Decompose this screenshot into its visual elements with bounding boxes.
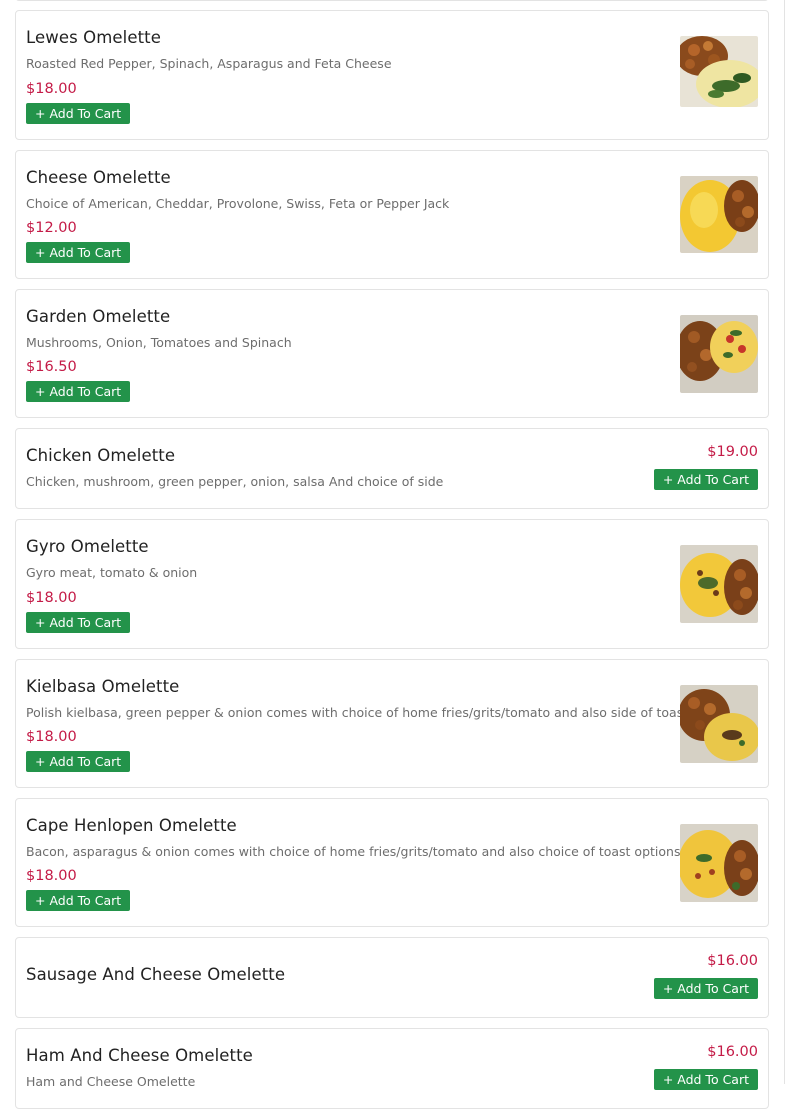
menu-item-card[interactable]: Sausage And Cheese Omelette $16.00 + Add… (15, 937, 769, 1018)
menu-item-description: Polish kielbasa, green pepper & onion co… (26, 705, 689, 720)
add-to-cart-button[interactable]: + Add To Cart (26, 612, 131, 633)
menu-item-price: $18.00 (26, 868, 77, 884)
menu-item-name: Gyro Omelette (26, 537, 149, 556)
add-to-cart-button[interactable]: + Add To Cart (26, 381, 131, 402)
menu-item-price: $18.00 (26, 81, 77, 97)
menu-item-name: Garden Omelette (26, 307, 171, 326)
menu-item-card[interactable]: Gyro Omelette Gyro meat, tomato & onion … (15, 519, 769, 649)
menu-item-card[interactable]: Kielbasa Omelette Polish kielbasa, green… (15, 659, 769, 788)
menu-item-card[interactable]: Cape Henlopen Omelette Bacon, asparagus … (15, 798, 769, 927)
menu-item-price: $12.00 (26, 220, 77, 236)
menu-item-description: Choice of American, Cheddar, Provolone, … (26, 196, 450, 211)
add-to-cart-button[interactable]: + Add To Cart (26, 103, 131, 124)
menu-item-description: Mushrooms, Onion, Tomatoes and Spinach (26, 335, 292, 350)
omelette-cheese-photo[interactable] (680, 176, 758, 253)
omelette-kielbasa-photo[interactable] (680, 685, 758, 763)
omelette-gyro-photo[interactable] (680, 545, 758, 623)
menu-item-price: $18.00 (26, 729, 77, 745)
menu-item-price: $16.00 (707, 1044, 758, 1060)
menu-item-card-partial (15, 0, 769, 1)
menu-item-description: Gyro meat, tomato & onion (26, 565, 198, 580)
menu-item-card[interactable]: Ham And Cheese Omelette Ham and Cheese O… (15, 1028, 769, 1109)
menu-item-name: Lewes Omelette (26, 28, 161, 47)
add-to-cart-button[interactable]: + Add To Cart (653, 978, 758, 999)
menu-item-card[interactable]: Chicken Omelette Chicken, mushroom, gree… (15, 428, 769, 509)
menu-item-name: Kielbasa Omelette (26, 677, 180, 696)
add-to-cart-button[interactable]: + Add To Cart (653, 469, 758, 490)
menu-item-card[interactable]: Cheese Omelette Choice of American, Ched… (15, 150, 769, 279)
menu-item-price: $16.50 (26, 359, 77, 375)
add-to-cart-button[interactable]: + Add To Cart (26, 242, 131, 263)
add-to-cart-button[interactable]: + Add To Cart (653, 1069, 758, 1090)
menu-item-list: Lewes Omelette Roasted Red Pepper, Spina… (15, 0, 769, 1119)
add-to-cart-button[interactable]: + Add To Cart (26, 751, 131, 772)
menu-item-description: Ham and Cheese Omelette (26, 1074, 196, 1089)
menu-item-name: Cheese Omelette (26, 168, 171, 187)
menu-item-name: Sausage And Cheese Omelette (26, 965, 286, 984)
menu-item-description: Roasted Red Pepper, Spinach, Asparagus a… (26, 56, 392, 71)
menu-item-description: Chicken, mushroom, green pepper, onion, … (26, 474, 444, 489)
menu-item-card[interactable]: Garden Omelette Mushrooms, Onion, Tomato… (15, 289, 769, 418)
menu-item-price: $16.00 (707, 953, 758, 969)
add-to-cart-button[interactable]: + Add To Cart (26, 890, 131, 911)
menu-item-name: Cape Henlopen Omelette (26, 816, 237, 835)
menu-item-price: $18.00 (26, 590, 77, 606)
menu-item-name: Ham And Cheese Omelette (26, 1046, 253, 1065)
menu-item-description: Bacon, asparagus & onion comes with choi… (26, 844, 681, 859)
menu-item-name: Chicken Omelette (26, 446, 176, 465)
omelette-spinach-photo[interactable] (680, 36, 758, 107)
omelette-cape-henlopen-photo[interactable] (680, 824, 758, 902)
menu-item-price: $19.00 (707, 444, 758, 460)
menu-item-card[interactable]: Lewes Omelette Roasted Red Pepper, Spina… (15, 10, 769, 140)
omelette-garden-photo[interactable] (680, 315, 758, 393)
